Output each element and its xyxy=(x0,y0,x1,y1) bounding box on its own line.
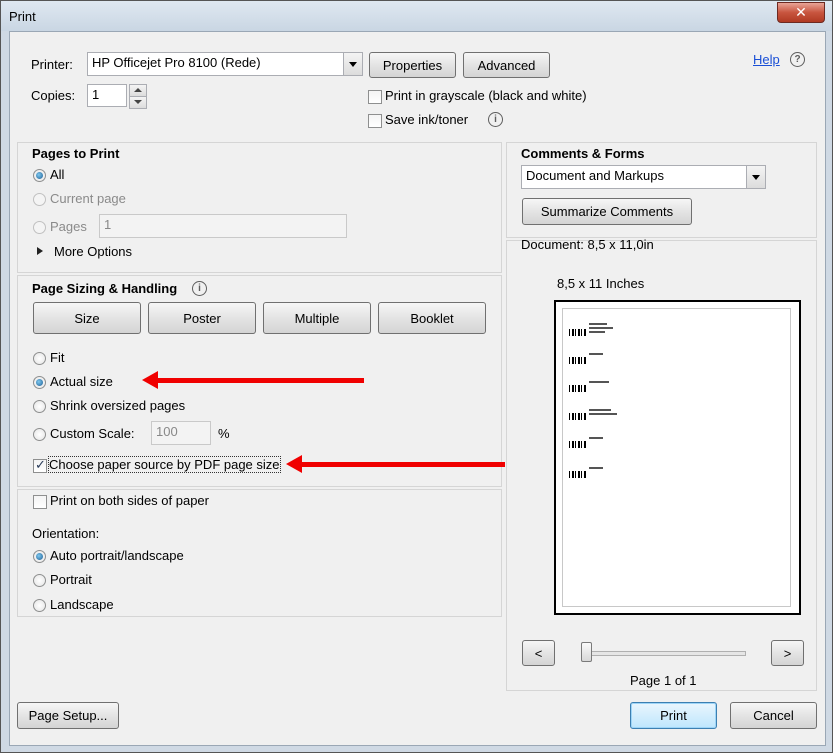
pages-range-input[interactable]: 1 xyxy=(99,214,347,238)
radio-pages[interactable] xyxy=(33,221,46,234)
radio-shrink[interactable] xyxy=(33,400,46,413)
preview-text-line xyxy=(589,327,613,329)
close-button[interactable]: ✕ xyxy=(777,2,825,23)
radio-custom-scale-label[interactable]: Custom Scale: xyxy=(50,426,135,441)
save-ink-checkbox[interactable] xyxy=(368,114,382,128)
radio-portrait[interactable] xyxy=(33,574,46,587)
radio-auto-orientation-label[interactable]: Auto portrait/landscape xyxy=(50,548,184,563)
radio-landscape-label[interactable]: Landscape xyxy=(50,597,114,612)
printer-select[interactable]: HP Officejet Pro 8100 (Rede) xyxy=(87,52,363,76)
radio-shrink-label[interactable]: Shrink oversized pages xyxy=(50,398,185,413)
preview-text-line xyxy=(589,353,603,355)
preview-text-line xyxy=(589,437,603,439)
preview-text-line xyxy=(589,331,605,333)
barcode-mark xyxy=(569,329,587,336)
custom-scale-input[interactable]: 100 xyxy=(151,421,211,445)
window-title: Print xyxy=(9,9,36,24)
info-icon[interactable]: i xyxy=(488,112,503,127)
barcode-mark xyxy=(569,385,587,392)
chevron-up-icon xyxy=(134,88,142,92)
properties-button[interactable]: Properties xyxy=(369,52,456,78)
page-indicator: Page 1 of 1 xyxy=(630,673,697,688)
page-slider-track[interactable] xyxy=(584,651,746,656)
preview-text-line xyxy=(589,381,609,383)
printer-select-value: HP Officejet Pro 8100 (Rede) xyxy=(92,55,261,70)
orientation-label: Orientation: xyxy=(32,526,100,541)
annotation-arrow xyxy=(286,455,505,473)
info-icon[interactable]: i xyxy=(192,281,207,296)
comments-forms-select-value: Document and Markups xyxy=(526,168,665,183)
both-sides-label[interactable]: Print on both sides of paper xyxy=(50,493,209,508)
radio-actual-size[interactable] xyxy=(33,376,46,389)
dialog-body: Printer: HP Officejet Pro 8100 (Rede) Pr… xyxy=(9,31,826,746)
barcode-mark xyxy=(569,413,587,420)
pages-to-print-title: Pages to Print xyxy=(32,146,120,161)
multiple-button[interactable]: Multiple xyxy=(263,302,371,334)
copies-label: Copies: xyxy=(31,88,76,103)
chevron-down-icon[interactable] xyxy=(343,53,362,75)
cancel-button[interactable]: Cancel xyxy=(730,702,817,729)
comments-forms-title: Comments & Forms xyxy=(521,146,645,161)
pages-to-print-panel: Pages to Print All Current page Pages 1 … xyxy=(17,142,502,273)
radio-current-page[interactable] xyxy=(33,193,46,206)
both-sides-checkbox[interactable] xyxy=(33,495,47,509)
chevron-down-icon[interactable] xyxy=(746,166,765,188)
chevron-down-icon xyxy=(134,100,142,104)
radio-pages-label[interactable]: Pages xyxy=(50,219,87,234)
radio-actual-size-label[interactable]: Actual size xyxy=(50,374,113,389)
radio-all-label[interactable]: All xyxy=(50,167,64,182)
radio-portrait-label[interactable]: Portrait xyxy=(50,572,92,587)
preview-text-line xyxy=(589,409,611,411)
paper-size-label: 8,5 x 11 Inches xyxy=(557,276,645,291)
barcode-mark xyxy=(569,357,587,364)
preview-text-line xyxy=(589,467,603,469)
print-dialog: Print ✕ Printer: HP Officejet Pro 8100 (… xyxy=(0,0,833,753)
radio-all[interactable] xyxy=(33,169,46,182)
barcode-mark xyxy=(569,441,587,448)
save-ink-label[interactable]: Save ink/toner xyxy=(385,112,468,127)
choose-paper-source-checkbox[interactable] xyxy=(33,457,47,473)
page-preview-content xyxy=(562,308,791,607)
radio-custom-scale[interactable] xyxy=(33,428,46,441)
barcode-mark xyxy=(569,471,587,478)
orientation-panel: Print on both sides of paper Orientation… xyxy=(17,489,502,617)
more-options-link[interactable]: More Options xyxy=(54,244,132,259)
page-setup-button[interactable]: Page Setup... xyxy=(17,702,119,729)
page-slider-thumb[interactable] xyxy=(581,642,592,662)
grayscale-checkbox[interactable] xyxy=(368,90,382,104)
prev-page-button[interactable]: < xyxy=(522,640,555,666)
title-bar[interactable]: Print ✕ xyxy=(1,1,832,31)
help-link[interactable]: Help xyxy=(753,52,780,67)
radio-fit[interactable] xyxy=(33,352,46,365)
annotation-arrow xyxy=(142,371,364,389)
page-preview xyxy=(554,300,801,615)
comments-forms-select[interactable]: Document and Markups xyxy=(521,165,766,189)
print-button[interactable]: Print xyxy=(630,702,717,729)
document-size-label: Document: 8,5 x 11,0in xyxy=(521,237,654,252)
advanced-button[interactable]: Advanced xyxy=(463,52,550,78)
printer-label: Printer: xyxy=(31,57,73,72)
preview-text-line xyxy=(589,413,617,415)
summarize-comments-button[interactable]: Summarize Comments xyxy=(522,198,692,225)
preview-text-line xyxy=(589,323,607,325)
preview-panel: Document: 8,5 x 11,0in 8,5 x 11 Inches <… xyxy=(506,237,817,691)
percent-label: % xyxy=(218,426,230,441)
next-page-button[interactable]: > xyxy=(771,640,804,666)
radio-auto-orientation[interactable] xyxy=(33,550,46,563)
booklet-button[interactable]: Booklet xyxy=(378,302,486,334)
grayscale-label[interactable]: Print in grayscale (black and white) xyxy=(385,88,587,103)
chevron-right-icon[interactable] xyxy=(37,247,43,255)
page-sizing-title: Page Sizing & Handling xyxy=(32,281,178,296)
radio-landscape[interactable] xyxy=(33,599,46,612)
comments-forms-panel: Comments & Forms Document and Markups Su… xyxy=(506,142,817,238)
poster-button[interactable]: Poster xyxy=(148,302,256,334)
help-icon[interactable]: ? xyxy=(790,52,805,67)
radio-current-page-label[interactable]: Current page xyxy=(50,191,126,206)
copies-input[interactable]: 1 xyxy=(87,84,127,107)
size-button[interactable]: Size xyxy=(33,302,141,334)
choose-paper-source-label[interactable]: Choose paper source by PDF page size xyxy=(48,456,281,473)
copies-decrement[interactable] xyxy=(129,96,147,109)
radio-fit-label[interactable]: Fit xyxy=(50,350,64,365)
